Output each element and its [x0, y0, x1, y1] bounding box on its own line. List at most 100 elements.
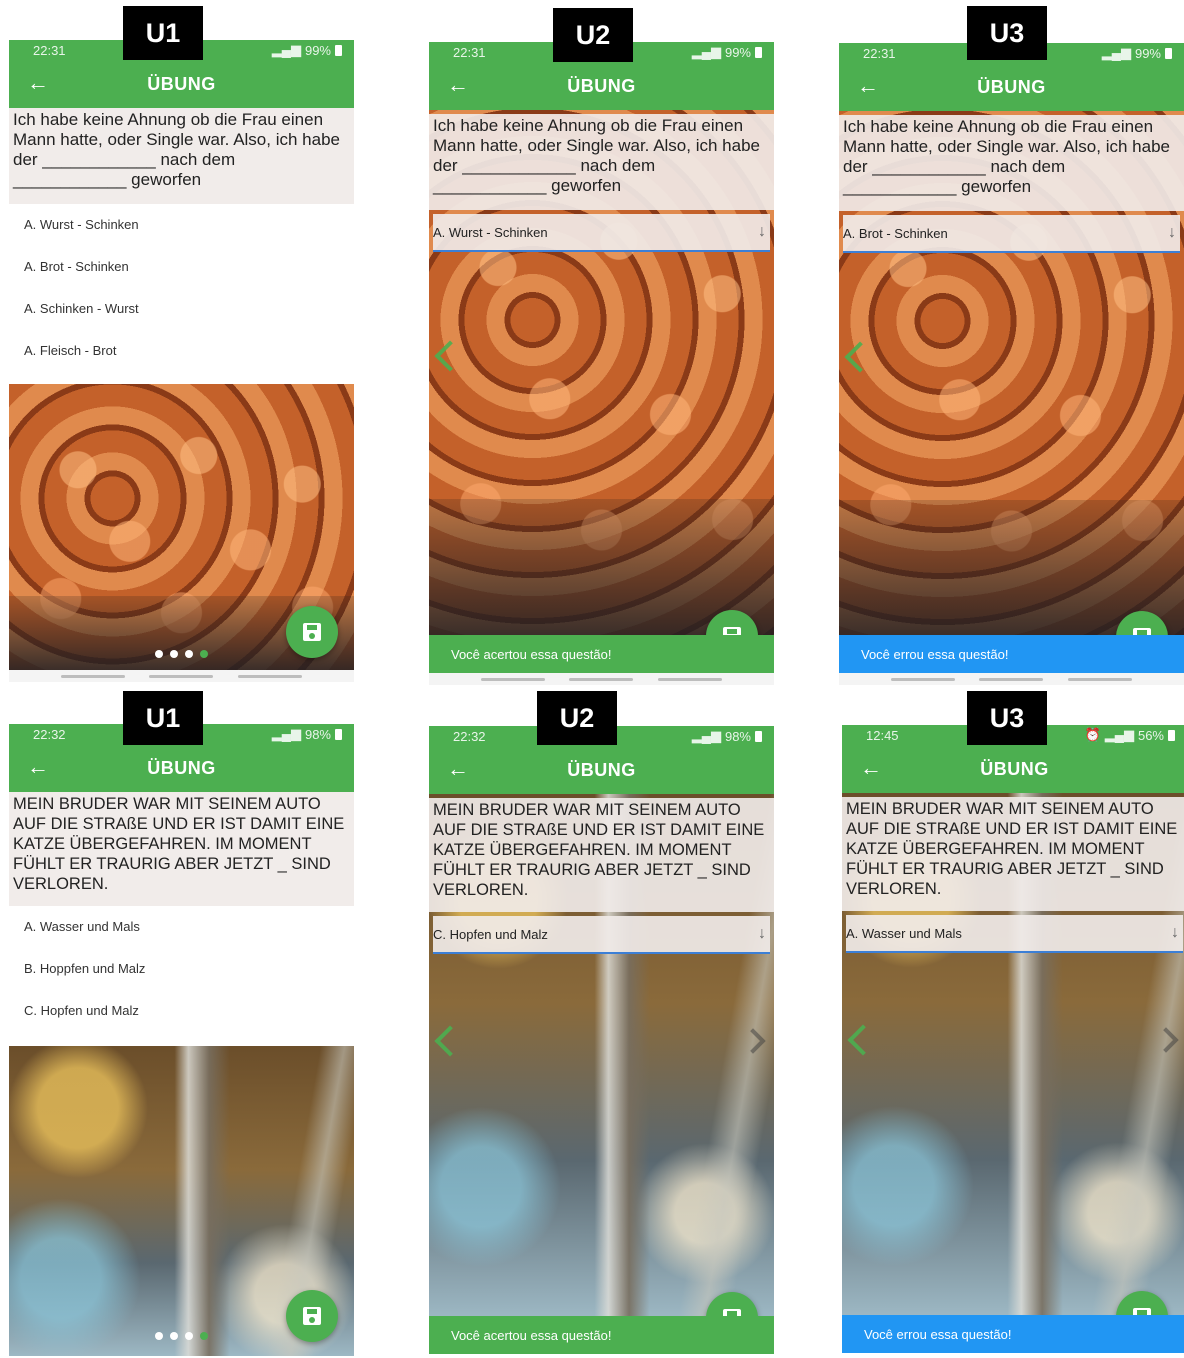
battery-icon: [755, 730, 762, 742]
battery-icon: [1165, 47, 1172, 59]
status-time: 22:32: [33, 726, 66, 742]
signal-icon: ▂▄▆: [1104, 727, 1134, 742]
answer-dropdown[interactable]: A. Brot - Schinken ↓: [843, 215, 1180, 253]
system-nav-bar: [429, 673, 774, 685]
screen-u2-sausage: 22:31 ▂▄▆ 99% ← ÜBUNG Ich habe keine Ahnu…: [429, 42, 774, 685]
save-icon: [303, 623, 321, 641]
screen-u3-sausage: 22:31 ▂▄▆ 99% ← ÜBUNG Ich habe keine Ahnu…: [839, 43, 1184, 686]
signal-icon: ▂▄▆: [271, 42, 301, 57]
arrow-down-icon[interactable]: ↓: [758, 925, 766, 943]
dropdown-selected-value: A. Wurst - Schinken: [433, 224, 548, 240]
variant-tag: U1: [123, 691, 203, 745]
system-nav-bar: [839, 673, 1184, 685]
page-dot[interactable]: [155, 650, 163, 658]
app-bar: ← ÜBUNG: [9, 60, 354, 108]
answer-dropdown[interactable]: C. Hopfen und Malz ↓: [433, 916, 770, 954]
arrow-left-icon[interactable]: ←: [447, 71, 469, 99]
variant-tag: U2: [553, 8, 633, 62]
page-indicator: [9, 1332, 354, 1340]
battery-icon: [1168, 729, 1175, 741]
page-dot[interactable]: [185, 650, 193, 658]
arrow-left-icon[interactable]: ←: [447, 755, 469, 783]
page-dot[interactable]: [185, 1332, 193, 1340]
screen-u1-sausage: 22:31 ▂▄▆ 99% ← ÜBUNG Ich habe keine Ahnu…: [9, 40, 354, 683]
arrow-down-icon[interactable]: ↓: [758, 223, 766, 241]
question-text: MEIN BRUDER WAR MIT SEINEM AUTO AUF DIE …: [9, 792, 354, 906]
status-time: 22:32: [453, 728, 486, 744]
status-time: 22:31: [33, 42, 66, 58]
feedback-snackbar: Você acertou essa questão!: [429, 1316, 774, 1354]
page-dot-active[interactable]: [200, 650, 208, 658]
page-title: ÜBUNG: [977, 76, 1046, 97]
page-title: ÜBUNG: [567, 759, 636, 780]
battery-percent: 99%: [724, 44, 751, 60]
answer-options-list: A. Wurst - Schinken A. Brot - Schinken A…: [9, 204, 354, 384]
feedback-snackbar: Você errou essa questão!: [842, 1315, 1184, 1353]
answer-option[interactable]: B. Hoppfen und Malz: [9, 948, 354, 990]
answer-options-list: A. Wasser und Mals B. Hoppfen und Malz C…: [9, 906, 354, 1046]
page-dot[interactable]: [170, 650, 178, 658]
alarm-icon: ⏰: [1084, 727, 1101, 742]
question-text: MEIN BRUDER WAR MIT SEINEM AUTO AUF DIE …: [842, 797, 1184, 911]
screen-u3-beer: 12:45 ⏰ ▂▄▆ 56% ← ÜBUNG MEIN BRUDER WAR MI…: [842, 725, 1184, 1355]
page-title: ÜBUNG: [980, 758, 1049, 779]
variant-tag: U2: [537, 691, 617, 745]
screen-u2-beer: 22:32 ▂▄▆ 98% ← ÜBUNG MEIN BRUDER WAR MIT…: [429, 726, 774, 1356]
arrow-left-icon[interactable]: ←: [860, 754, 882, 782]
signal-icon: ▂▄▆: [271, 726, 301, 741]
battery-percent: 99%: [1134, 45, 1161, 61]
arrow-left-icon[interactable]: ←: [27, 753, 49, 781]
answer-option[interactable]: A. Schinken - Wurst: [9, 288, 354, 330]
page-title: ÜBUNG: [567, 75, 636, 96]
question-text: MEIN BRUDER WAR MIT SEINEM AUTO AUF DIE …: [429, 798, 774, 912]
dropdown-selected-value: A. Wasser und Mals: [846, 925, 962, 941]
app-bar: ← ÜBUNG: [9, 744, 354, 792]
answer-option[interactable]: A. Brot - Schinken: [9, 246, 354, 288]
status-time: 22:31: [453, 44, 486, 60]
page-title: ÜBUNG: [147, 757, 216, 778]
battery-icon: [335, 44, 342, 56]
page-indicator: [9, 650, 354, 658]
arrow-down-icon[interactable]: ↓: [1171, 924, 1179, 942]
variant-tag: U1: [123, 6, 203, 60]
app-bar: ← ÜBUNG: [429, 746, 774, 794]
dropdown-selected-value: C. Hopfen und Malz: [433, 926, 548, 942]
battery-percent: 56%: [1137, 727, 1164, 743]
feedback-snackbar: Você acertou essa questão!: [429, 635, 774, 673]
signal-icon: ▂▄▆: [691, 44, 721, 59]
arrow-left-icon[interactable]: ←: [857, 72, 879, 100]
answer-option[interactable]: A. Wurst - Schinken: [9, 204, 354, 246]
question-text: Ich habe keine Ahnung ob die Frau einen …: [839, 115, 1184, 211]
question-text: Ich habe keine Ahnung ob die Frau einen …: [429, 114, 774, 210]
answer-option[interactable]: C. Hopfen und Malz: [9, 990, 354, 1032]
battery-icon: [755, 46, 762, 58]
signal-icon: ▂▄▆: [691, 728, 721, 743]
answer-option[interactable]: A. Fleisch - Brot: [9, 330, 354, 372]
battery-percent: 98%: [724, 728, 751, 744]
page-title: ÜBUNG: [147, 73, 216, 94]
status-time: 22:31: [863, 45, 896, 61]
page-dot[interactable]: [170, 1332, 178, 1340]
battery-icon: [335, 728, 342, 740]
answer-option[interactable]: A. Wasser und Mals: [9, 906, 354, 948]
system-nav-bar: [9, 670, 354, 682]
save-icon: [303, 1307, 321, 1325]
app-bar: ← ÜBUNG: [839, 63, 1184, 111]
screen-u1-beer: 22:32 ▂▄▆ 98% ← ÜBUNG MEIN BRUDER WAR MIT…: [9, 724, 354, 1356]
variant-tag: U3: [967, 6, 1047, 60]
page-dot-active[interactable]: [200, 1332, 208, 1340]
page-dot[interactable]: [155, 1332, 163, 1340]
app-bar: ← ÜBUNG: [429, 62, 774, 110]
variant-tag: U3: [967, 691, 1047, 745]
answer-dropdown[interactable]: A. Wasser und Mals ↓: [846, 915, 1183, 953]
battery-percent: 98%: [304, 726, 331, 742]
question-text: Ich habe keine Ahnung ob die Frau einen …: [9, 108, 354, 204]
answer-dropdown[interactable]: A. Wurst - Schinken ↓: [433, 214, 770, 252]
feedback-snackbar: Você errou essa questão!: [839, 635, 1184, 673]
arrow-down-icon[interactable]: ↓: [1168, 224, 1176, 242]
dropdown-selected-value: A. Brot - Schinken: [843, 225, 948, 241]
app-bar: ← ÜBUNG: [842, 745, 1184, 793]
arrow-left-icon[interactable]: ←: [27, 69, 49, 97]
status-time: 12:45: [866, 727, 899, 743]
signal-icon: ▂▄▆: [1101, 45, 1131, 60]
